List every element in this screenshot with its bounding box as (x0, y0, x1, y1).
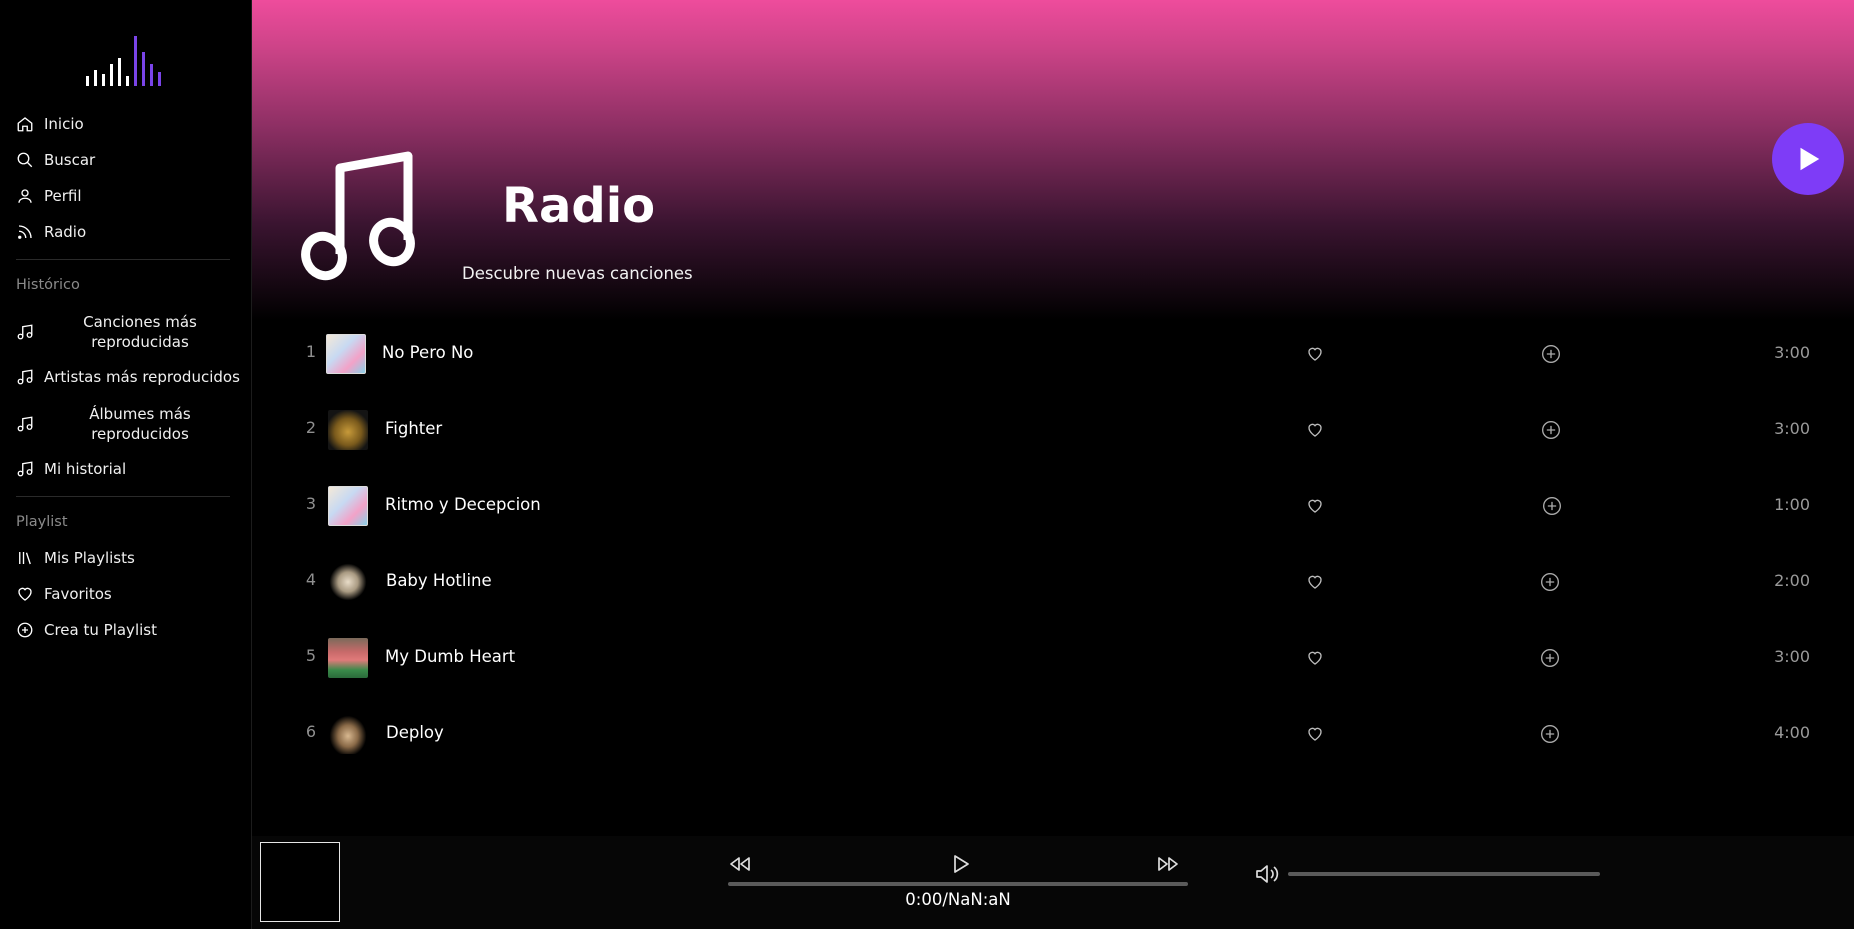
rewind-icon[interactable] (728, 852, 752, 876)
home-icon (17, 117, 33, 132)
playlist-section-label: Playlist (16, 514, 68, 530)
nav-top-albums[interactable]: Álbumes más reproducidos (16, 404, 236, 444)
nav-inicio-label: Inicio (44, 115, 84, 133)
nav-top-artists-label: Artistas más reproducidos (44, 368, 240, 386)
rss-icon (18, 225, 32, 239)
track-number: 2 (305, 418, 317, 437)
track-number: 1 (305, 342, 317, 361)
track-row[interactable]: 4 Baby Hotline 2:00 (252, 552, 1854, 612)
track-row[interactable]: 1 No Pero No 3:00 (252, 324, 1854, 384)
music-note-icon (17, 369, 33, 385)
search-icon (17, 152, 33, 168)
add-to-playlist-icon[interactable] (1540, 572, 1560, 592)
fast-forward-icon[interactable] (1156, 852, 1180, 876)
track-number: 5 (305, 646, 317, 665)
playback-time: 0:00/NaN:aN (905, 890, 1011, 909)
nav-perfil[interactable]: Perfil (16, 187, 82, 205)
heart-icon[interactable] (1306, 725, 1324, 743)
sidebar-divider (16, 496, 230, 497)
track-duration: 2:00 (1774, 571, 1810, 590)
track-duration: 4:00 (1774, 723, 1810, 742)
sidebar: Inicio Buscar Perfil Radio Histórico Can… (0, 0, 252, 929)
track-title[interactable]: No Pero No (382, 343, 473, 362)
nav-radio[interactable]: Radio (16, 223, 86, 241)
add-to-playlist-icon[interactable] (1540, 648, 1560, 668)
track-title[interactable]: Deploy (386, 723, 444, 742)
track-row[interactable]: 2 Fighter 3:00 (252, 400, 1854, 460)
album-cover[interactable] (328, 714, 368, 754)
heart-icon[interactable] (1306, 497, 1324, 515)
nav-buscar-label: Buscar (44, 151, 96, 169)
add-to-playlist-icon[interactable] (1541, 344, 1561, 364)
music-note-hero-icon (301, 151, 415, 281)
nav-my-playlists[interactable]: Mis Playlists (16, 549, 135, 567)
track-row[interactable]: 3 Ritmo y Decepcion 1:00 (252, 476, 1854, 536)
nav-perfil-label: Perfil (44, 187, 82, 205)
track-number: 6 (305, 722, 317, 741)
track-duration: 1:00 (1774, 495, 1810, 514)
nav-create-playlist-label: Crea tu Playlist (44, 621, 157, 639)
album-cover[interactable] (328, 638, 368, 678)
track-row[interactable]: 6 Deploy 4:00 (252, 704, 1854, 764)
user-icon (18, 189, 32, 203)
main-content: Radio Descubre nuevas canciones 1 No Per… (252, 0, 1854, 836)
player-bar: 0:00/NaN:aN (252, 836, 1854, 929)
play-icon[interactable] (948, 852, 972, 876)
heart-icon (18, 587, 32, 601)
history-section-label: Histórico (16, 277, 80, 293)
track-duration: 3:00 (1774, 647, 1810, 666)
track-title[interactable]: My Dumb Heart (385, 647, 515, 666)
nav-create-playlist[interactable]: Crea tu Playlist (16, 621, 157, 639)
sidebar-divider (16, 259, 230, 260)
heart-icon[interactable] (1306, 345, 1324, 363)
nav-top-artists[interactable]: Artistas más reproducidos (16, 368, 240, 386)
album-cover[interactable] (328, 486, 368, 526)
page-subtitle: Descubre nuevas canciones (462, 264, 693, 283)
equalizer-logo-icon (86, 36, 161, 86)
nav-my-history[interactable]: Mi historial (16, 460, 126, 478)
nav-my-history-label: Mi historial (44, 460, 127, 478)
heart-icon[interactable] (1306, 649, 1324, 667)
volume-slider[interactable] (1288, 872, 1600, 876)
music-note-icon (17, 416, 33, 432)
track-title[interactable]: Ritmo y Decepcion (385, 495, 541, 514)
album-cover[interactable] (328, 410, 368, 450)
nav-radio-label: Radio (44, 223, 87, 241)
track-title[interactable]: Baby Hotline (386, 571, 492, 590)
plus-circle-icon (17, 622, 33, 638)
add-to-playlist-icon[interactable] (1540, 724, 1560, 744)
page-title: Radio (502, 178, 656, 234)
play-icon (1800, 147, 1820, 171)
nav-favoritos[interactable]: Favoritos (16, 585, 112, 603)
track-duration: 3:00 (1774, 419, 1810, 438)
hero-banner: Radio Descubre nuevas canciones (252, 0, 1854, 320)
nav-inicio[interactable]: Inicio (16, 115, 84, 133)
progress-bar[interactable] (728, 882, 1188, 886)
track-duration: 3:00 (1774, 343, 1810, 362)
add-to-playlist-icon[interactable] (1542, 496, 1562, 516)
music-note-icon (17, 324, 33, 340)
heart-icon[interactable] (1306, 573, 1324, 591)
track-title[interactable]: Fighter (385, 419, 442, 438)
nav-top-songs[interactable]: Canciones más reproducidas (16, 312, 236, 352)
volume-icon[interactable] (1254, 862, 1280, 886)
album-cover[interactable] (326, 334, 366, 374)
now-playing-cover (260, 842, 340, 922)
nav-my-playlists-label: Mis Playlists (44, 549, 135, 567)
nav-top-songs-label: Canciones más reproducidas (83, 313, 197, 351)
library-icon (19, 552, 31, 565)
nav-buscar[interactable]: Buscar (16, 151, 95, 169)
play-all-button[interactable] (1772, 123, 1844, 195)
music-note-icon (17, 461, 33, 477)
heart-icon[interactable] (1306, 421, 1324, 439)
add-to-playlist-icon[interactable] (1541, 420, 1561, 440)
nav-favoritos-label: Favoritos (44, 585, 112, 603)
track-number: 4 (305, 570, 317, 589)
track-row[interactable]: 5 My Dumb Heart 3:00 (252, 628, 1854, 688)
nav-top-albums-label: Álbumes más reproducidos (89, 405, 191, 443)
album-cover[interactable] (328, 562, 368, 602)
track-number: 3 (305, 494, 317, 513)
